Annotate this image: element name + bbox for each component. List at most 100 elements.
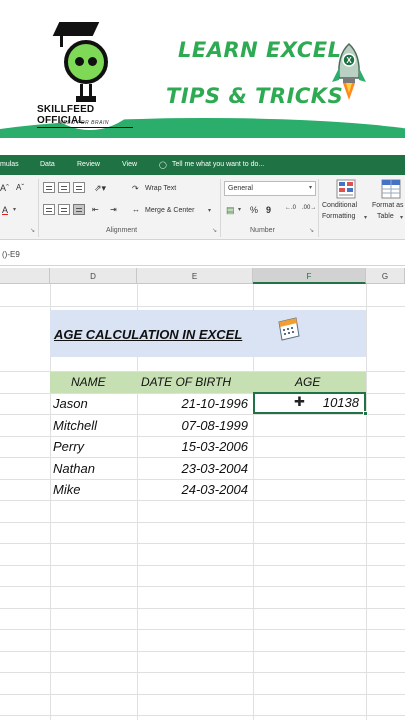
cell-name[interactable]: Mike xyxy=(53,482,80,497)
merge-dropdown-icon[interactable]: ▾ xyxy=(208,207,211,214)
svg-text:X: X xyxy=(346,56,352,65)
excel-rocket-icon: X xyxy=(332,42,366,100)
decrease-indent-icon[interactable]: ⇤ xyxy=(92,205,99,214)
column-header-c[interactable] xyxy=(0,268,50,284)
gridline xyxy=(0,457,405,458)
gridline xyxy=(0,586,405,587)
font-color-icon[interactable]: A xyxy=(2,205,8,215)
tell-me-search[interactable]: Tell me what you want to do... xyxy=(172,161,264,168)
gridline xyxy=(0,543,405,544)
conditional-formatting-label-1[interactable]: Conditional xyxy=(322,202,357,209)
gridline xyxy=(0,694,405,695)
font-dialog-launcher-icon[interactable]: ↘ xyxy=(30,227,35,234)
cell-name[interactable]: Perry xyxy=(53,439,84,454)
cell-dob[interactable]: 21-10-1996 xyxy=(146,396,249,411)
wrap-text-button[interactable]: Wrap Text xyxy=(145,185,176,192)
format-as-table-label-2[interactable]: Table xyxy=(377,213,394,220)
column-header-e[interactable]: E xyxy=(137,268,253,284)
number-dialog-launcher-icon[interactable]: ↘ xyxy=(309,227,314,234)
increase-indent-icon[interactable]: ⇥ xyxy=(110,205,117,214)
conditional-formatting-dropdown-icon[interactable]: ▾ xyxy=(364,214,367,221)
number-format-value: General xyxy=(228,185,253,192)
font-color-dropdown-icon[interactable]: ▾ xyxy=(13,206,16,213)
tab-formulas[interactable]: mulas xyxy=(0,161,19,168)
lightbulb-icon: ◯ xyxy=(159,162,167,169)
decrease-decimal-icon[interactable]: .00→ xyxy=(302,205,316,211)
gridline xyxy=(0,522,405,523)
gridline xyxy=(0,651,405,652)
align-right-icon[interactable] xyxy=(73,204,85,215)
brand-tagline: FEED FOR BRAIN xyxy=(60,120,109,126)
formula-content: ()-E9 xyxy=(2,250,20,259)
separator xyxy=(38,179,39,237)
format-as-table-dropdown-icon[interactable]: ▾ xyxy=(400,214,403,221)
number-format-select[interactable]: General ▾ xyxy=(224,181,316,196)
conditional-formatting-label-2[interactable]: Formatting xyxy=(322,213,355,220)
gridline xyxy=(0,479,405,480)
gridline xyxy=(0,715,405,716)
align-bottom-icon[interactable] xyxy=(73,182,85,193)
number-group-label: Number xyxy=(250,227,275,234)
percent-style-button[interactable]: % xyxy=(250,205,258,215)
font-shrink-icon[interactable]: Aˇ xyxy=(16,183,24,192)
merge-center-button[interactable]: Merge & Center xyxy=(145,207,194,214)
header-age[interactable]: AGE xyxy=(295,375,320,389)
bulb-eye-right xyxy=(88,57,97,66)
gridline xyxy=(0,306,405,307)
tab-review[interactable]: Review xyxy=(77,161,100,168)
align-left-icon[interactable] xyxy=(43,204,55,215)
cap-tassel xyxy=(60,33,63,47)
comma-style-button[interactable]: 9 xyxy=(266,205,271,215)
sheet-title: AGE CALCULATION IN EXCEL xyxy=(54,327,243,342)
merge-center-icon[interactable]: ↔ xyxy=(132,205,140,214)
alignment-group-label: Alignment xyxy=(106,227,138,234)
wrap-text-icon[interactable]: ↷ xyxy=(132,184,139,193)
align-top-icon[interactable] xyxy=(43,182,55,193)
chevron-down-icon: ▾ xyxy=(308,185,312,191)
cell-name[interactable]: Jason xyxy=(53,396,88,411)
cell-name[interactable]: Mitchell xyxy=(53,418,97,433)
calendar-icon xyxy=(278,317,300,341)
conditional-formatting-icon[interactable] xyxy=(336,179,356,199)
ribbon-body: Aˆ Aˇ A ▾ ↘ ⇗▾ ↷ Wrap Text ⇤ ⇥ ↔ Merge &… xyxy=(0,175,405,240)
gridline xyxy=(0,672,405,673)
separator xyxy=(220,179,221,237)
header-name[interactable]: NAME xyxy=(71,375,106,389)
orientation-icon[interactable]: ⇗▾ xyxy=(94,183,106,194)
column-header-f[interactable]: F xyxy=(253,268,366,284)
accounting-format-icon[interactable]: ▤ xyxy=(226,205,235,216)
cell-dob[interactable]: 24-03-2004 xyxy=(146,482,249,497)
gridline xyxy=(0,629,405,630)
increase-decimal-icon[interactable]: ←.0 xyxy=(285,205,296,211)
alignment-dialog-launcher-icon[interactable]: ↘ xyxy=(212,227,217,234)
formula-bar[interactable]: ()-E9 xyxy=(0,244,405,266)
separator xyxy=(318,179,319,237)
cell-name[interactable]: Nathan xyxy=(53,461,95,476)
cell-dob[interactable]: 15-03-2006 xyxy=(146,439,249,454)
column-header-d[interactable]: D xyxy=(50,268,137,284)
align-middle-icon[interactable] xyxy=(58,182,70,193)
column-header-g[interactable]: G xyxy=(366,268,405,284)
header-date-of-birth[interactable]: DATE OF BIRTH xyxy=(141,375,231,389)
gridline xyxy=(0,608,405,609)
align-center-icon[interactable] xyxy=(58,204,70,215)
accounting-dropdown-icon[interactable]: ▾ xyxy=(238,206,241,213)
gridline xyxy=(0,414,405,415)
gridline xyxy=(0,500,405,501)
bulb-eye-left xyxy=(75,57,84,66)
lightbulb-icon xyxy=(64,40,108,84)
cell-cursor-icon: ✚ xyxy=(294,394,305,409)
format-as-table-icon[interactable] xyxy=(381,179,401,199)
tab-data[interactable]: Data xyxy=(40,161,55,168)
font-grow-icon[interactable]: Aˆ xyxy=(0,183,9,193)
gridline xyxy=(366,284,367,720)
format-as-table-label-1[interactable]: Format as xyxy=(372,202,404,209)
promo-banner: SKILLFEED OFFICIAL FEED FOR BRAIN LEARN … xyxy=(0,0,405,138)
fill-handle[interactable] xyxy=(363,411,368,416)
active-cell-selection[interactable] xyxy=(253,392,366,414)
gridline xyxy=(0,436,405,437)
cell-dob[interactable]: 07-08-1999 xyxy=(146,418,249,433)
cell-dob[interactable]: 23-03-2004 xyxy=(146,461,249,476)
tab-view[interactable]: View xyxy=(122,161,137,168)
gridline xyxy=(0,565,405,566)
